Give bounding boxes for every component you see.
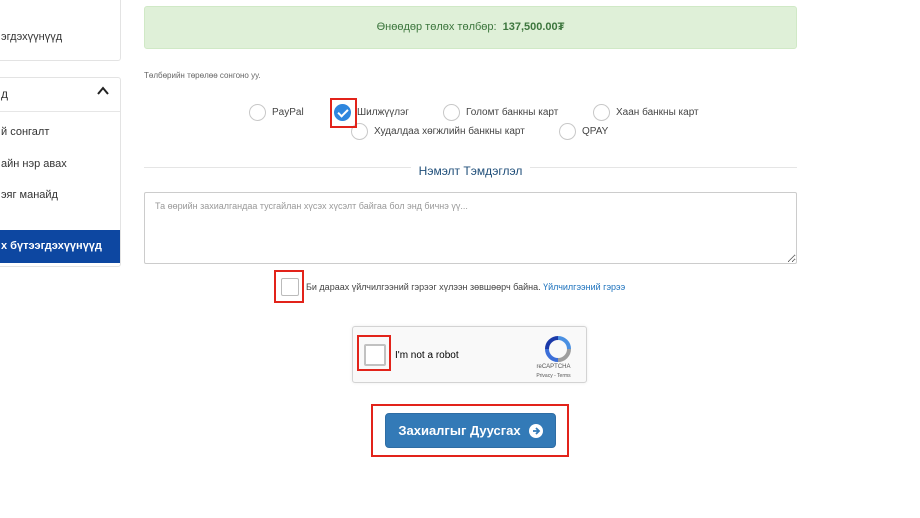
service-agreement-link[interactable]: Үйлчилгээний гэрээ (543, 282, 625, 292)
recaptcha-label: I'm not a robot (395, 350, 459, 361)
sidebar-item-active[interactable]: х бүтээгдэхүүнүүд (0, 230, 120, 263)
note-title: Нэмэлт Тэмдэглэл (144, 164, 797, 178)
payment-option-tdb[interactable]: Худалдаа хөгжлийн банкны карт (351, 123, 525, 140)
payment-option-label: Худалдаа хөгжлийн банкны карт (374, 126, 525, 137)
sidebar-link-3[interactable]: эяг манайд (1, 189, 58, 201)
sidebar-link-2[interactable]: айн нэр авах (1, 158, 67, 170)
chevron-up-icon[interactable] (96, 84, 110, 98)
note-textarea[interactable] (144, 192, 797, 264)
recaptcha-brand: reCAPTCHA (536, 364, 571, 370)
payment-option-paypal[interactable]: PayPal (249, 104, 304, 121)
amount-value: 137,500.00₮ (502, 21, 565, 33)
payment-hint: Төлбөрийн төрөлөө сонгоно уу. (144, 71, 261, 80)
sidebar-menu: д й сонгалт айн нэр авах эяг манайд х бү… (0, 77, 121, 267)
highlight-box (371, 404, 569, 457)
radio-icon[interactable] (559, 123, 576, 140)
payment-option-golomt[interactable]: Голомт банкны карт (443, 104, 558, 121)
payment-option-khan[interactable]: Хаан банкны карт (593, 104, 699, 121)
agreement-text: Би дараах үйлчилгээний гэрээг хүлээн зөв… (306, 282, 625, 292)
recaptcha-terms-link[interactable]: Privacy - Terms (531, 373, 576, 379)
sidebar-card-top: эгдэхүүнүүд (0, 0, 121, 61)
payment-option-label: QPAY (582, 126, 609, 137)
radio-icon[interactable] (593, 104, 610, 121)
sidebar-item-products[interactable]: эгдэхүүнүүд (1, 31, 62, 43)
highlight-box (357, 335, 391, 371)
payment-option-label: PayPal (272, 107, 304, 118)
note-title-text: Нэмэлт Тэмдэглэл (410, 164, 531, 178)
agreement-label: Би дараах үйлчилгээний гэрээг хүлээн зөв… (306, 282, 541, 292)
payment-option-label: Шилжүүлэг (357, 107, 409, 118)
payment-option-qpay[interactable]: QPAY (559, 123, 608, 140)
radio-icon[interactable] (443, 104, 460, 121)
highlight-box (330, 98, 357, 128)
amount-label: Өнөөдөр төлөх төлбөр: (376, 21, 497, 33)
sidebar-section-title[interactable]: д (1, 87, 8, 101)
highlight-box (274, 270, 304, 303)
payment-option-label: Хаан банкны карт (616, 107, 699, 118)
amount-due-banner: Өнөөдөр төлөх төлбөр: 137,500.00₮ (144, 6, 797, 49)
radio-icon[interactable] (249, 104, 266, 121)
recaptcha-logo-icon (545, 336, 571, 362)
sidebar-divider (0, 111, 120, 112)
sidebar-link-1[interactable]: й сонгалт (1, 126, 49, 138)
payment-option-label: Голомт банкны карт (466, 107, 559, 118)
